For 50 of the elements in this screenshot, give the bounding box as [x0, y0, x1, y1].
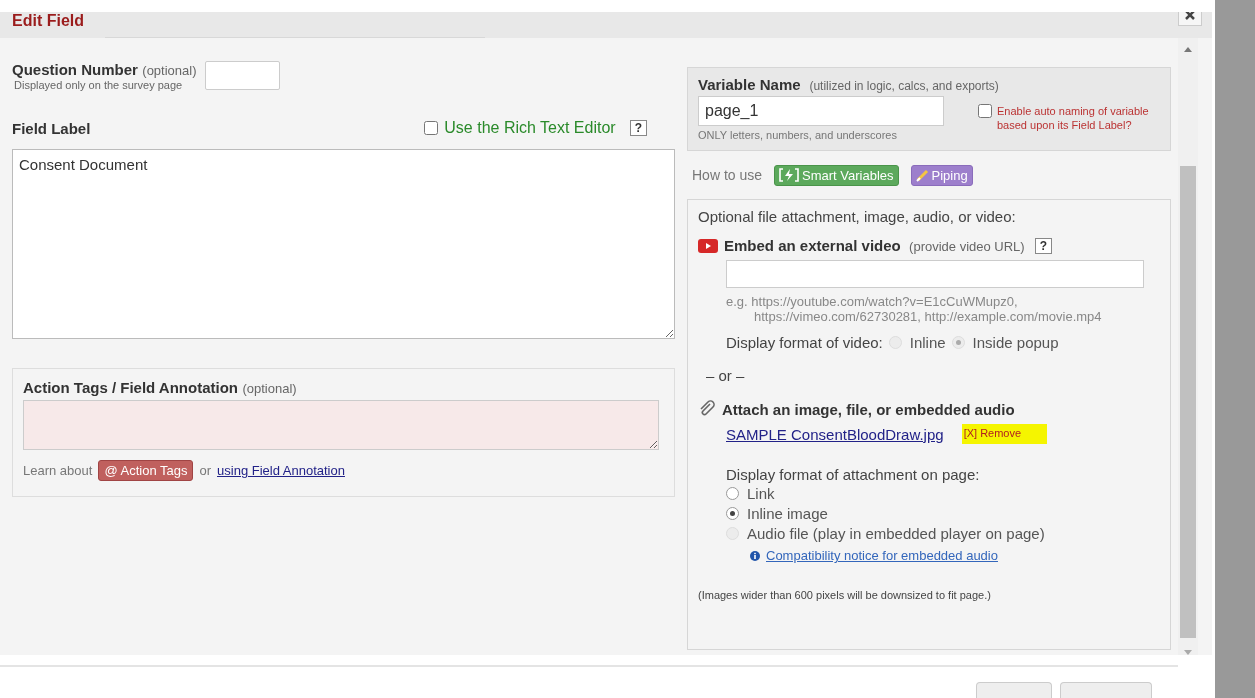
- scrollbar[interactable]: [1178, 38, 1198, 655]
- help-button[interactable]: ?: [629, 120, 647, 136]
- rich-text-checkbox[interactable]: [424, 121, 439, 135]
- video-format-label: Display format of video:: [726, 334, 883, 351]
- video-url-field[interactable]: [726, 260, 1144, 288]
- question-number-note: Displayed only on the survey page: [14, 79, 184, 91]
- variable-name-field[interactable]: page_1: [698, 96, 944, 126]
- radio-label: Inline image: [747, 505, 828, 522]
- radio-label: Inside popup: [972, 334, 1059, 351]
- dialog-title: Edit Field: [12, 12, 84, 30]
- attachment-file-link[interactable]: SAMPLE ConsentBloodDraw.jpg: [726, 425, 944, 443]
- attach-label: Attach an image, file, or embedded audio: [722, 400, 1015, 418]
- or-separator: – or –: [706, 367, 746, 384]
- bracket-bolt-icon: [779, 168, 800, 182]
- help-button[interactable]: ?: [1034, 237, 1053, 254]
- radio-label: Link: [747, 485, 775, 502]
- question-number-label: Question Number (optional): [12, 61, 197, 79]
- radio-button[interactable]: [726, 487, 739, 500]
- variable-name-label: Variable Name (utilized in logic, calcs, and exports): [698, 76, 1000, 94]
- field-label-heading: Field Label: [12, 119, 91, 137]
- auto-naming-label: Enable auto naming of variable based upon its Field Label?: [997, 104, 1150, 132]
- remove-button[interactable]: [X] Remove: [961, 424, 1048, 444]
- embed-video-label: Embed an external video (provide video URL): [724, 237, 1025, 254]
- radio-label: Inline: [909, 334, 946, 351]
- rich-text-label: Use the Rich Text Editor: [444, 119, 616, 137]
- video-url-example: e.g. https://youtube.com/watch?v=E1cCuWMupz0,: [726, 294, 1019, 309]
- variable-name-note: ONLY letters, numbers, and underscores: [698, 129, 898, 141]
- or-text: or: [199, 463, 212, 478]
- field-label-input[interactable]: Consent Document: [12, 149, 675, 339]
- attachment-title: Optional file attachment, image, audio, or video:: [698, 208, 1017, 225]
- auto-naming-checkbox[interactable]: [978, 104, 992, 118]
- action-tags-input[interactable]: [23, 400, 659, 450]
- radio-button[interactable]: [726, 507, 739, 520]
- footer-button[interactable]: [976, 682, 1052, 698]
- attachment-format-label: Display format of attachment on page:: [726, 466, 981, 483]
- close-icon: [1185, 12, 1195, 20]
- question-number-field[interactable]: [204, 61, 280, 90]
- video-url-example: https://vimeo.com/62730281, http://example.com/movie.mp4: [753, 309, 1103, 324]
- paperclip-icon: [698, 400, 716, 418]
- field-annotation-link[interactable]: using Field Annotation: [217, 463, 345, 478]
- footer-button[interactable]: [1060, 682, 1152, 698]
- radio-label: Audio file (play in embedded player on page): [747, 525, 1045, 542]
- how-to-use-label: How to use: [692, 167, 763, 183]
- video-play-icon: [698, 238, 718, 253]
- action-tags-button[interactable]: @ Action Tags: [98, 460, 194, 481]
- compatibility-link[interactable]: Compatibility notice for embedded audio: [766, 548, 998, 563]
- info-icon: [750, 550, 760, 561]
- image-size-note: (Images wider than 600 pixels will be downsized to fit page.): [698, 589, 992, 601]
- action-tags-label: Action Tags / Field Annotation (optional): [23, 379, 298, 397]
- learn-about-text: Learn about: [23, 463, 93, 478]
